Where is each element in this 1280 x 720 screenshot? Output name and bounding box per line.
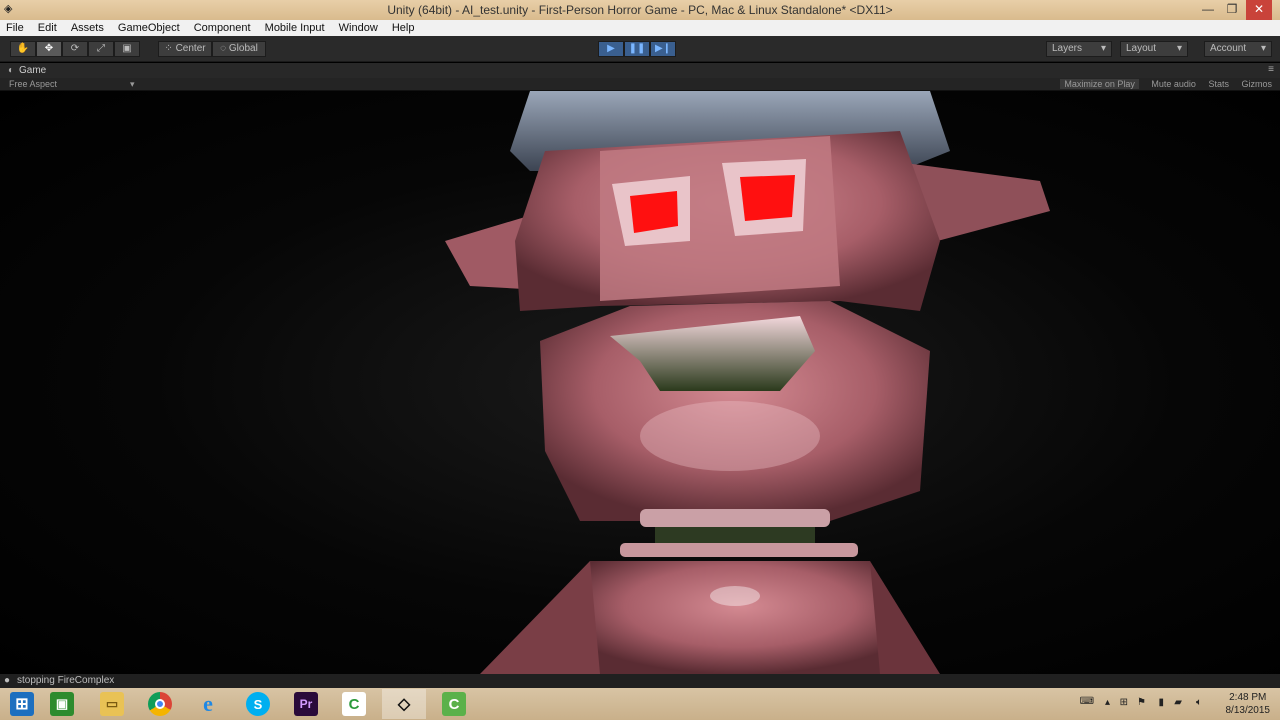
maximize-button[interactable]: ❐ [1220,0,1244,20]
menu-help[interactable]: Help [386,20,420,34]
menu-window[interactable]: Window [333,20,383,34]
game-tab-header: ◐ Game ≡ [0,63,1280,78]
layers-dropdown[interactable]: Layers ▾ [1046,41,1112,57]
pivot-global-toggle[interactable]: ◌ Global [212,41,266,57]
keyboard-icon[interactable]: ⌨ [1080,696,1094,707]
game-tab-icon: ◐ [8,65,15,76]
status-message[interactable]: stopping FireComplex [17,675,114,686]
global-icon: ◌ [220,43,227,54]
file-explorer-icon[interactable]: ▭ [90,689,134,719]
chevron-down-icon: ▾ [1176,43,1182,54]
gizmos-dropdown[interactable]: Gizmos [1241,79,1272,89]
menu-edit[interactable]: Edit [32,20,62,34]
menu-gameobject[interactable]: GameObject [112,20,185,34]
left-shoulder [480,561,600,674]
layers-label: Layers [1052,43,1083,54]
volume-icon[interactable]: 🔈︎ [1196,697,1202,708]
camtasia-icon[interactable]: C [332,689,376,719]
close-button[interactable]: ✕ [1246,0,1272,20]
menu-assets[interactable]: Assets [65,20,109,34]
right-shoulder [870,561,940,674]
layout-label: Layout [1126,43,1157,54]
menu-bar: File Edit Assets GameObject Component Mo… [0,20,1280,36]
game-tab-label[interactable]: Game [19,65,46,76]
move-tool-icon[interactable]: ✥ [36,41,62,57]
camtasia-recorder-icon[interactable]: C [432,689,476,719]
window-title: Unity (64bit) - AI_test.unity - First-Pe… [387,3,893,17]
skype-icon[interactable]: S [236,689,280,719]
windows-flag-icon[interactable]: ⊞ [1120,697,1128,708]
stats-toggle[interactable]: Stats [1208,79,1229,89]
neck-ring-top [640,509,830,527]
unity-icon[interactable]: ◇ [382,689,426,719]
minimize-button[interactable]: — [1196,0,1220,20]
clock-date: 8/13/2015 [1225,705,1271,716]
maximize-on-play-toggle[interactable]: Maximize on Play [1060,79,1139,89]
tab-menu-icon[interactable]: ≡ [1268,64,1274,75]
taskbar-clock[interactable]: 2:48 PM 8/13/2015 [1226,691,1271,717]
layout-dropdown[interactable]: Layout ▾ [1120,41,1188,57]
chevron-down-icon: ▾ [1260,43,1266,54]
windows-start-icon[interactable]: ⊞ [0,689,44,719]
chrome-icon[interactable] [138,689,182,719]
menu-component[interactable]: Component [188,20,256,34]
neck-collar [655,527,815,545]
clock-time: 2:48 PM [1229,692,1267,703]
chevron-up-icon[interactable]: ▴ [1105,697,1110,708]
pivot-icon: ⁘ [164,43,173,54]
premiere-icon[interactable]: Pr [284,689,328,719]
account-dropdown[interactable]: Account ▾ [1204,41,1272,57]
status-bar: ● stopping FireComplex [0,674,1280,688]
robot-render [445,91,1050,674]
hand-tool-icon[interactable]: ✋ [10,41,36,57]
robot-torso [580,561,900,674]
rotate-tool-icon[interactable]: ⟳ [62,41,88,57]
right-eye [740,175,795,221]
info-icon: ● [4,675,11,686]
window-title-bar: ◈ Unity (64bit) - AI_test.unity - First-… [0,0,1280,20]
menu-file[interactable]: File [0,20,29,34]
neck-ring-bottom [620,543,858,557]
step-button[interactable]: ▶❙ [650,41,676,57]
scale-tool-icon[interactable]: ⤢ [88,41,114,57]
store-icon[interactable]: ▣ [40,689,84,719]
chin-highlight [640,401,820,471]
account-label: Account [1210,43,1247,54]
menu-mobile-input[interactable]: Mobile Input [259,20,330,34]
game-view-options-bar: Free Aspect ▾ Maximize on Play Mute audi… [0,78,1280,91]
pause-button[interactable]: ❚❚ [624,41,650,57]
chevron-down-icon: ▾ [1100,43,1106,54]
chevron-down-icon: ▾ [130,79,135,89]
network-icon[interactable]: ▰ [1174,697,1182,708]
play-button[interactable]: ▶ [598,41,624,57]
pivot-center-toggle[interactable]: ⁘ Center [158,41,212,57]
rect-tool-icon[interactable]: ▣ [114,41,140,57]
mute-audio-toggle[interactable]: Mute audio [1151,79,1196,89]
action-center-icon[interactable]: ⚑ [1137,697,1146,708]
pivot-label: Center [175,43,206,54]
main-toolbar: ✋ ✥ ⟳ ⤢ ▣ ⁘ Center ◌ Global ▶ ❚❚ ▶❙ Laye… [0,36,1280,62]
left-eye [630,191,678,233]
torso-highlight [710,586,760,606]
internet-explorer-icon[interactable]: e [186,689,230,719]
windows-taskbar: ⊞ ▣ ▭ e S Pr C ◇ C ⌨ ▴ ⊞ ⚑ ▮ ▰ 🔈︎ 2:48 P… [0,688,1280,720]
game-viewport[interactable] [0,91,1280,674]
global-label: Global [228,43,258,54]
aspect-dropdown[interactable]: Free Aspect [9,79,57,89]
battery-icon[interactable]: ▮ [1158,697,1164,708]
